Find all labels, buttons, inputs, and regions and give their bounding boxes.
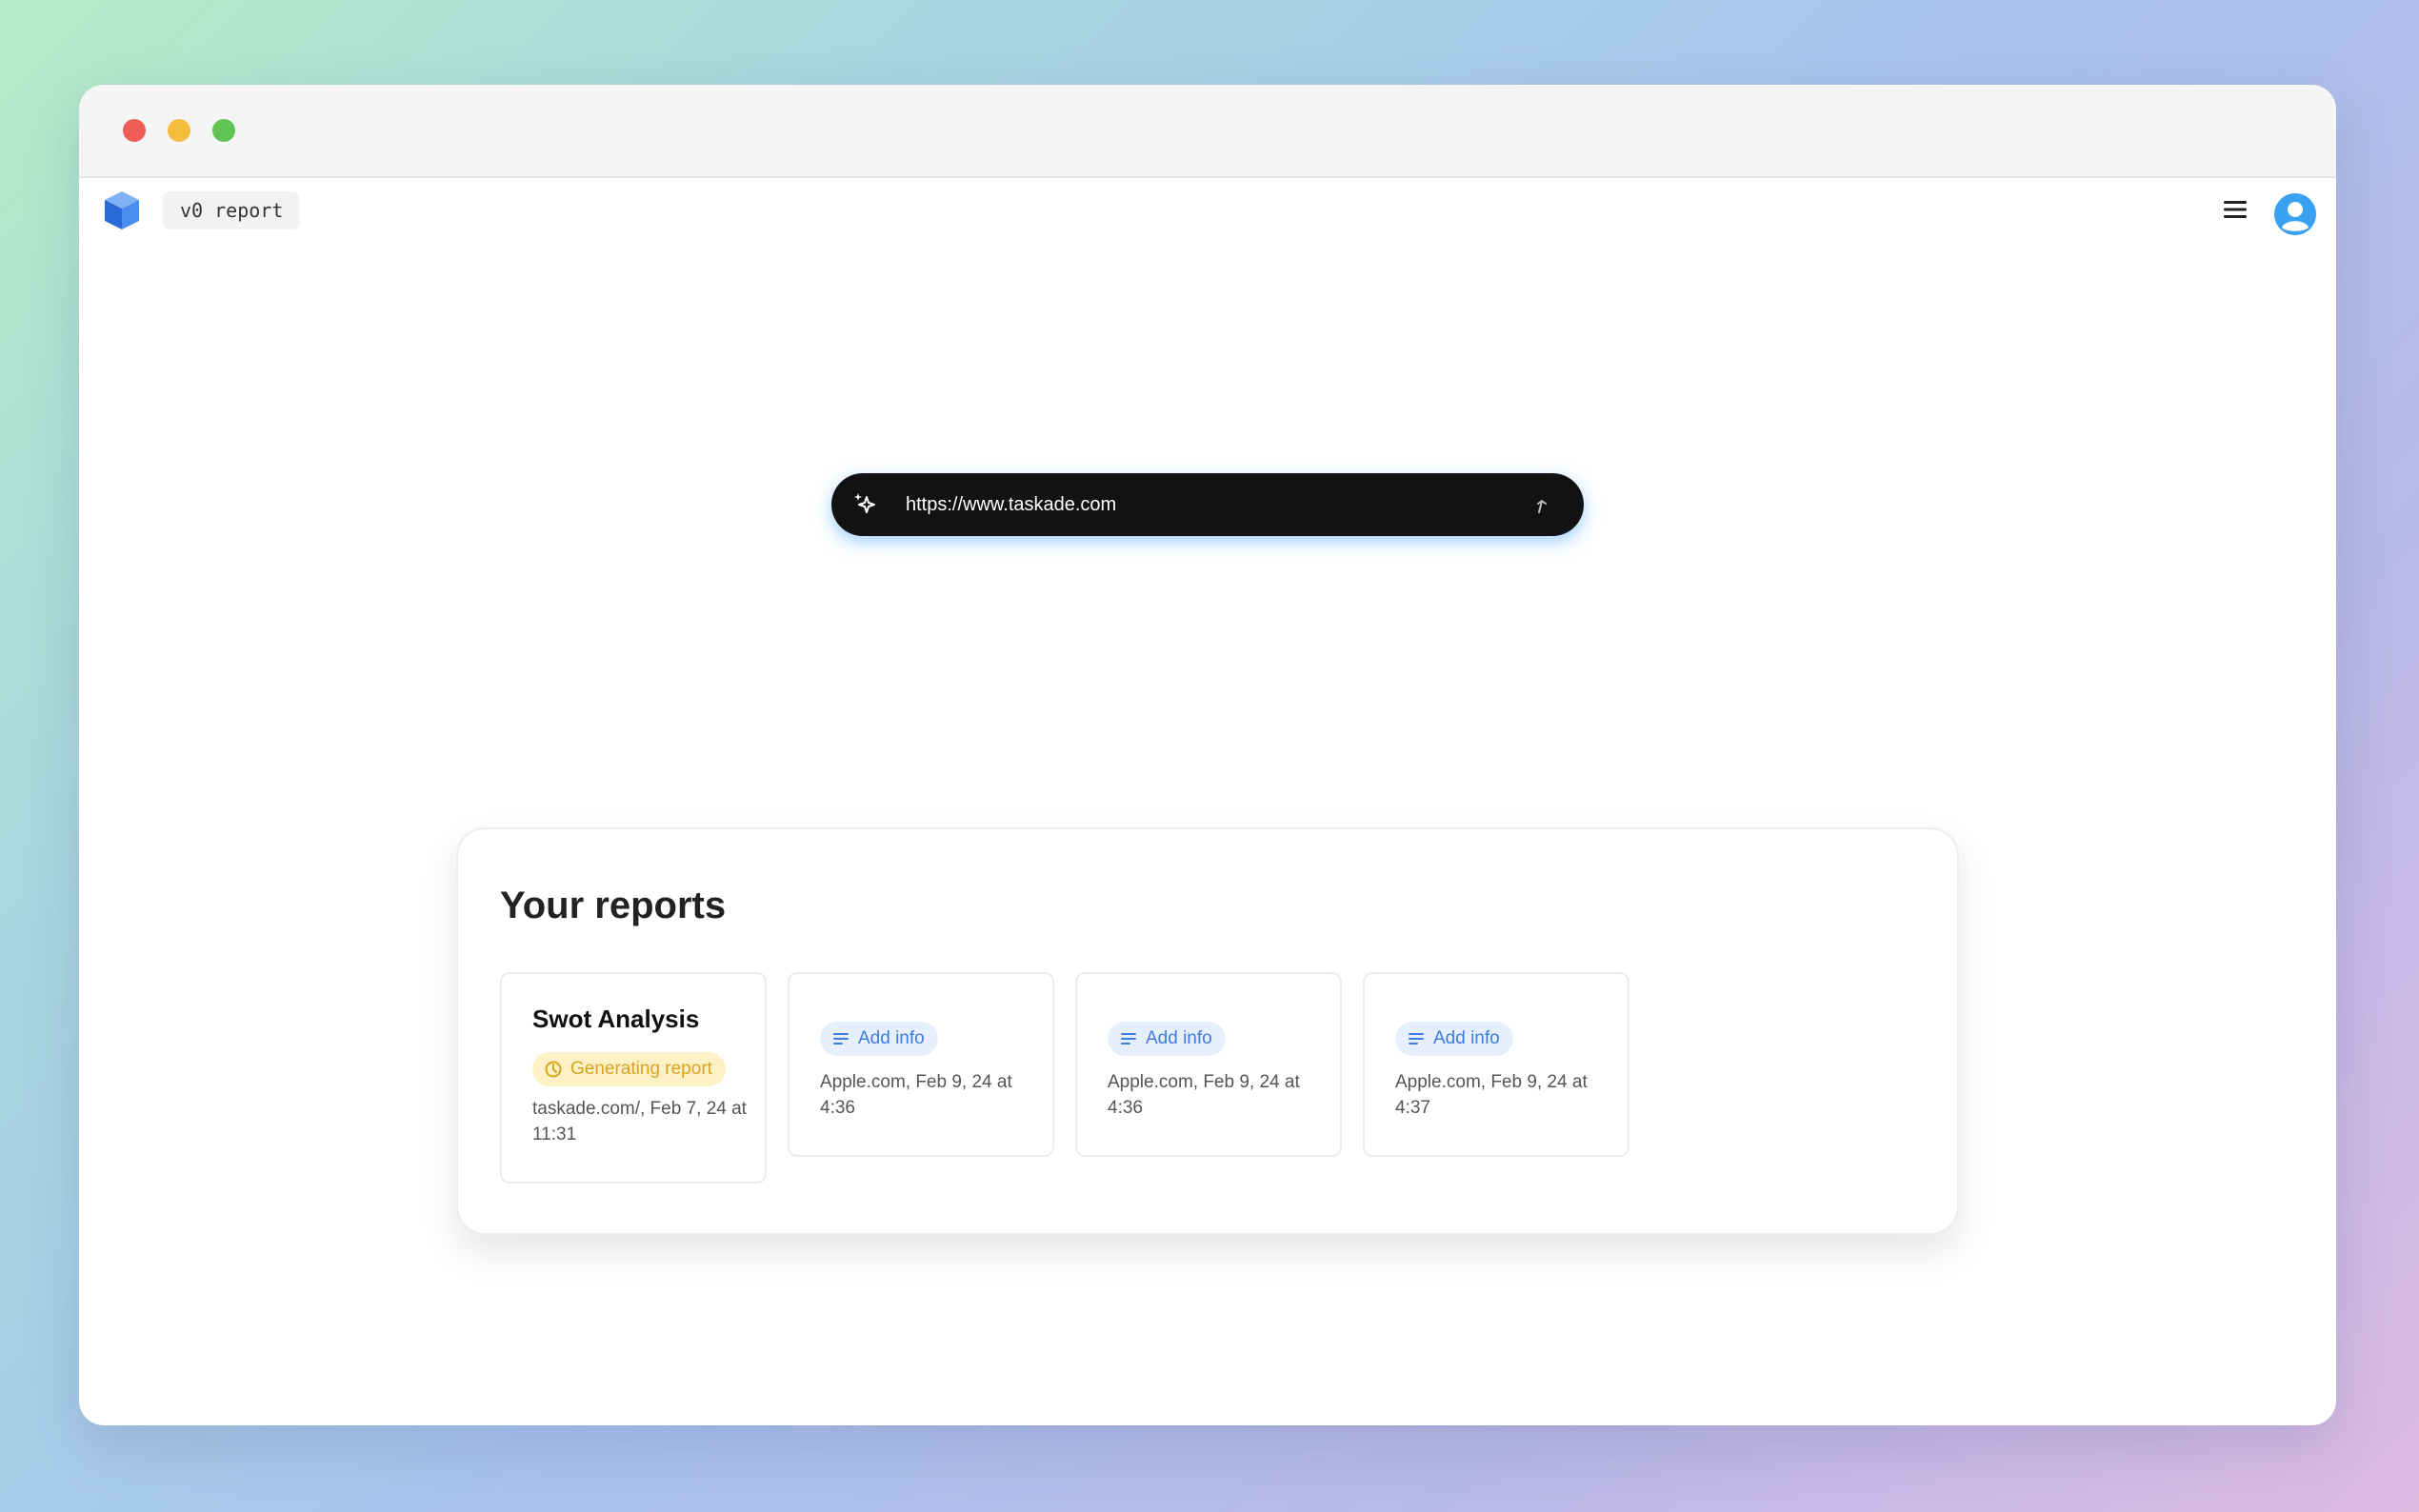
- add-info-button[interactable]: Add info: [820, 1022, 938, 1056]
- lines-icon: [1121, 1033, 1136, 1044]
- report-card-meta: Apple.com, Feb 9, 24 at 4:36: [1108, 1072, 1300, 1118]
- url-input[interactable]: [906, 473, 1496, 536]
- add-info-button[interactable]: Add info: [1108, 1022, 1226, 1056]
- report-card-meta: Apple.com, Feb 9, 24 at 4:37: [1395, 1072, 1588, 1118]
- spinner-icon: [545, 1061, 562, 1078]
- sparkles-icon: [854, 493, 875, 513]
- hamburger-menu-icon[interactable]: [2222, 195, 2249, 224]
- app-name-tag: v0 report: [163, 191, 301, 229]
- window-maximize-button[interactable]: [212, 119, 235, 142]
- lines-icon: [1409, 1033, 1424, 1044]
- reports-title: Your reports: [500, 885, 727, 926]
- report-card-meta: taskade.com/, Feb 7, 24 at 11:31: [532, 1099, 747, 1144]
- window-titlebar: [79, 85, 2336, 178]
- lines-icon: [833, 1033, 849, 1044]
- user-avatar-icon[interactable]: [2273, 192, 2317, 236]
- reports-panel: Your reports Swot Analysis Generating re…: [456, 827, 1959, 1235]
- report-card[interactable]: Add info Apple.com, Feb 9, 24 at 4:36: [788, 972, 1054, 1157]
- status-badge: Generating report: [532, 1052, 726, 1086]
- add-info-button[interactable]: Add info: [1395, 1022, 1513, 1056]
- report-card-title: Swot Analysis: [532, 1005, 700, 1033]
- submit-arrow-icon[interactable]: [1532, 493, 1555, 516]
- window-close-button[interactable]: [123, 119, 146, 142]
- status-badge-label: Generating report: [570, 1059, 712, 1079]
- report-card-meta: Apple.com, Feb 9, 24 at 4:36: [820, 1072, 1012, 1118]
- report-card[interactable]: Add info Apple.com, Feb 9, 24 at 4:36: [1075, 972, 1342, 1157]
- report-card[interactable]: Add info Apple.com, Feb 9, 24 at 4:37: [1363, 972, 1629, 1157]
- add-info-label: Add info: [1146, 1028, 1212, 1048]
- url-bar: [831, 473, 1584, 536]
- window-minimize-button[interactable]: [168, 119, 190, 142]
- add-info-label: Add info: [1433, 1028, 1500, 1048]
- app-window: v0 report Your reports Swot Analysis: [79, 85, 2336, 1425]
- report-card[interactable]: Swot Analysis Generating report taskade.…: [500, 972, 767, 1184]
- add-info-label: Add info: [858, 1028, 925, 1048]
- cube-logo-icon[interactable]: [103, 189, 141, 231]
